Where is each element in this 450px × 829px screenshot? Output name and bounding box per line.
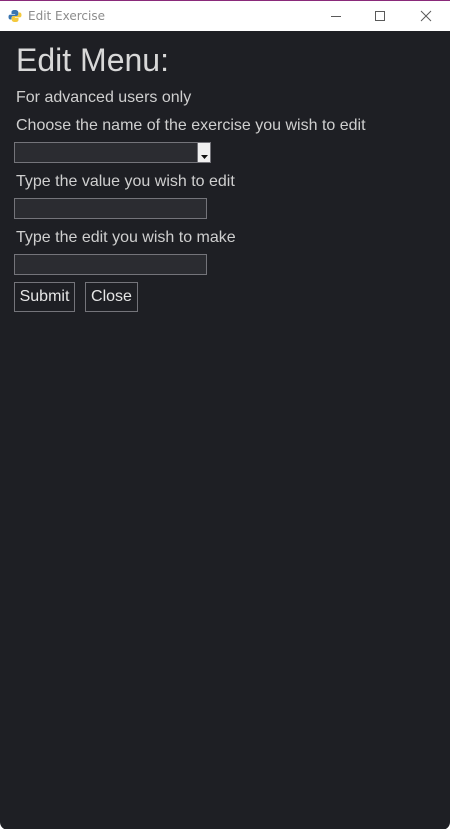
minimize-button[interactable] xyxy=(314,1,358,31)
chevron-down-icon xyxy=(200,155,208,159)
dropdown-arrow-button[interactable] xyxy=(197,143,210,162)
edit-form: Edit Menu: For advanced users only Choos… xyxy=(0,31,450,829)
window-title: Edit Exercise xyxy=(28,9,105,23)
edit-exercise-window: Edit Exercise Edit Menu: For advanced us… xyxy=(0,0,450,829)
close-icon xyxy=(420,10,432,22)
value-input-label: Type the value you wish to edit xyxy=(16,173,235,190)
python-icon xyxy=(8,10,22,22)
minimize-icon xyxy=(331,16,341,17)
maximize-button[interactable] xyxy=(358,1,402,31)
close-window-button[interactable] xyxy=(404,1,448,31)
submit-button[interactable]: Submit xyxy=(14,282,75,312)
edit-input[interactable] xyxy=(14,254,207,275)
value-input[interactable] xyxy=(14,198,207,219)
exercise-select-label: Choose the name of the exercise you wish… xyxy=(16,117,366,134)
close-button[interactable]: Close xyxy=(85,282,138,312)
advanced-note: For advanced users only xyxy=(16,89,192,106)
maximize-icon xyxy=(375,11,385,21)
exercise-select[interactable] xyxy=(14,142,211,163)
page-title: Edit Menu: xyxy=(16,42,169,78)
edit-input-label: Type the edit you wish to make xyxy=(16,229,236,246)
title-bar[interactable]: Edit Exercise xyxy=(0,1,450,31)
